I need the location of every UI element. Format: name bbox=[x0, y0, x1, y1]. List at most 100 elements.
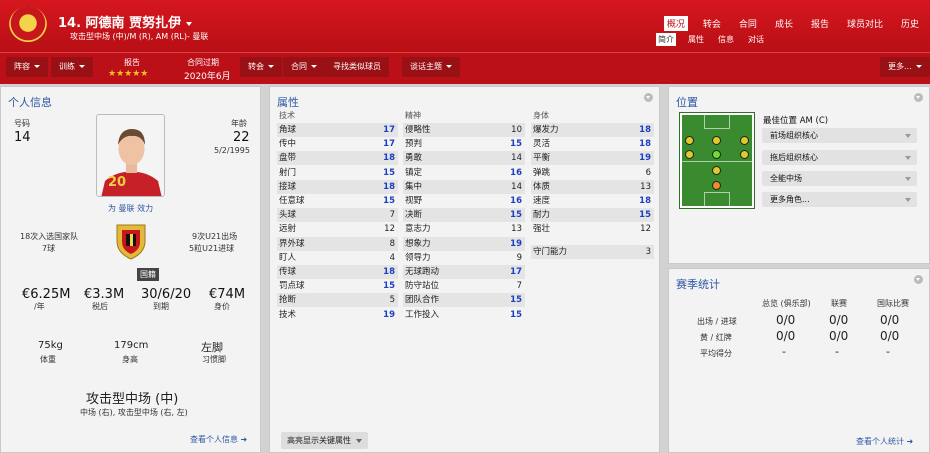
attribute-row[interactable]: 接球 18 bbox=[277, 179, 398, 194]
attribute-row[interactable]: 集中 14 bbox=[403, 179, 525, 194]
date-of-birth: 5/2/1995 bbox=[214, 146, 250, 155]
attribute-value: 4 bbox=[389, 252, 395, 263]
attribute-value: 15 bbox=[510, 139, 522, 150]
attribute-row[interactable]: 防守站位 7 bbox=[403, 279, 525, 294]
panel-menu-icon[interactable] bbox=[644, 93, 653, 102]
subtab-talk[interactable]: 对话 bbox=[746, 33, 766, 46]
find-similar-button[interactable]: 寻找类似球员 bbox=[325, 57, 389, 77]
attribute-row[interactable]: 灵活 18 bbox=[531, 137, 654, 152]
chevron-down-icon bbox=[34, 65, 40, 68]
role-select[interactable]: 拖后组织核心 bbox=[762, 150, 917, 165]
tab-reports[interactable]: 报告 bbox=[808, 16, 832, 31]
nationality-tooltip: 国籍 bbox=[137, 268, 159, 281]
attribute-row[interactable]: 视野 16 bbox=[403, 194, 525, 208]
view-personal-info-link[interactable]: 查看个人信息 ➜ bbox=[190, 434, 247, 445]
squad-button[interactable]: 阵容 bbox=[6, 57, 48, 77]
attribute-row[interactable]: 射门 15 bbox=[277, 165, 398, 180]
col-title-physical: 身体 bbox=[533, 111, 549, 120]
attribute-row[interactable]: 强壮 12 bbox=[531, 222, 654, 237]
wage-value: €6.25M bbox=[22, 287, 71, 302]
club-link[interactable]: 为 曼联 效力 bbox=[108, 203, 153, 214]
role-select[interactable]: 前场组织核心 bbox=[762, 128, 917, 143]
panel-menu-icon[interactable] bbox=[914, 93, 923, 102]
panel-title: 位置 bbox=[676, 96, 698, 109]
chevron-down-icon bbox=[186, 21, 193, 26]
attribute-row[interactable]: 勇敢 14 bbox=[403, 151, 525, 166]
attribute-row[interactable]: 传中 17 bbox=[277, 137, 398, 152]
attribute-row[interactable]: 耐力 15 bbox=[531, 208, 654, 223]
club-crest-icon[interactable] bbox=[9, 6, 47, 44]
player-name-title[interactable]: 14. 阿德南 贾努扎伊 bbox=[58, 12, 193, 31]
main-position: 攻击型中场 (中) bbox=[86, 392, 179, 407]
highlight-key-attributes-button[interactable]: 高亮显示关键属性 bbox=[281, 432, 368, 449]
attribute-name: 技术 bbox=[279, 309, 297, 320]
subtab-info[interactable]: 信息 bbox=[716, 33, 736, 46]
attribute-row[interactable]: 界外球 8 bbox=[277, 236, 398, 251]
attribute-row[interactable]: 技术 19 bbox=[277, 307, 398, 322]
tab-history[interactable]: 历史 bbox=[898, 16, 922, 31]
attribute-row[interactable]: 远射 12 bbox=[277, 222, 398, 237]
national-goals: 7球 bbox=[42, 244, 56, 253]
attribute-row[interactable]: 爆发力 18 bbox=[531, 123, 654, 137]
attribute-value: 15 bbox=[639, 210, 651, 221]
player-photo bbox=[96, 114, 165, 197]
training-button[interactable]: 训练 bbox=[51, 57, 93, 77]
chevron-down-icon bbox=[268, 65, 274, 68]
attribute-row[interactable]: 体质 13 bbox=[531, 179, 654, 194]
attribute-value: 13 bbox=[511, 224, 522, 235]
attribute-row[interactable]: 领导力 9 bbox=[403, 250, 525, 265]
attribute-row[interactable]: 盘带 18 bbox=[277, 151, 398, 166]
attribute-row[interactable]: 头球 7 bbox=[277, 208, 398, 223]
attribute-row[interactable]: 镇定 16 bbox=[403, 165, 525, 180]
attribute-row[interactable]: 意志力 13 bbox=[403, 222, 525, 237]
transfer-button[interactable]: 转会 bbox=[240, 57, 282, 77]
talk-topics-button[interactable]: 谈话主题 bbox=[402, 57, 460, 77]
tab-contract[interactable]: 合同 bbox=[736, 16, 760, 31]
u21-goals: 5粒U21进球 bbox=[189, 244, 235, 253]
tab-development[interactable]: 成长 bbox=[772, 16, 796, 31]
contract-button[interactable]: 合同 bbox=[283, 57, 325, 77]
attribute-row[interactable]: 决断 15 bbox=[403, 208, 525, 223]
attribute-row[interactable]: 想象力 19 bbox=[403, 236, 525, 251]
tab-compare[interactable]: 球员对比 bbox=[844, 16, 886, 31]
attribute-row[interactable]: 抢断 5 bbox=[277, 293, 398, 308]
role-select[interactable]: 更多角色... bbox=[762, 192, 917, 207]
attribute-value: 15 bbox=[510, 295, 522, 306]
more-button[interactable]: 更多... bbox=[880, 57, 930, 77]
attribute-name: 意志力 bbox=[405, 224, 431, 235]
panel-title: 个人信息 bbox=[8, 96, 52, 109]
stat-value: 0/0 bbox=[829, 313, 849, 327]
attribute-row[interactable]: 盯人 4 bbox=[277, 250, 398, 265]
stat-value: 0/0 bbox=[776, 313, 796, 327]
attribute-row[interactable]: 工作投入 15 bbox=[403, 307, 525, 322]
attribute-row[interactable]: 角球 17 bbox=[277, 123, 398, 137]
attribute-row[interactable]: 弹跳 6 bbox=[531, 165, 654, 180]
attribute-value: 5 bbox=[389, 295, 395, 306]
attribute-name: 角球 bbox=[279, 125, 297, 135]
tab-overview[interactable]: 概况 bbox=[663, 16, 688, 31]
subtab-profile[interactable]: 简介 bbox=[656, 33, 676, 46]
subtab-attributes[interactable]: 属性 bbox=[686, 33, 706, 46]
attribute-row[interactable]: 团队合作 15 bbox=[403, 293, 525, 308]
attribute-name: 传球 bbox=[279, 267, 297, 277]
attribute-row[interactable]: 无球跑动 17 bbox=[403, 265, 525, 279]
role-select[interactable]: 全能中场 bbox=[762, 171, 917, 186]
attribute-name: 任意球 bbox=[279, 196, 305, 206]
attribute-row[interactable]: 预判 15 bbox=[403, 137, 525, 152]
attribute-row[interactable]: 守门能力 3 bbox=[531, 245, 654, 259]
position-dot-best bbox=[712, 150, 721, 159]
attribute-value: 15 bbox=[383, 281, 395, 292]
weight-label: 体重 bbox=[40, 355, 56, 364]
attribute-name: 领导力 bbox=[405, 252, 431, 263]
attribute-row[interactable]: 侵略性 10 bbox=[403, 123, 525, 137]
attribute-row[interactable]: 速度 18 bbox=[531, 194, 654, 208]
attribute-row[interactable]: 任意球 15 bbox=[277, 194, 398, 208]
attribute-row[interactable]: 传球 18 bbox=[277, 265, 398, 279]
panel-menu-icon[interactable] bbox=[914, 275, 923, 284]
height-value: 179cm bbox=[114, 340, 149, 351]
view-stats-link[interactable]: 查看个人统计 ➜ bbox=[856, 436, 913, 447]
attribute-row[interactable]: 平衡 19 bbox=[531, 151, 654, 166]
stat-value: 0/0 bbox=[829, 329, 849, 343]
tab-transfer[interactable]: 转会 bbox=[700, 16, 724, 31]
attribute-row[interactable]: 罚点球 15 bbox=[277, 279, 398, 294]
